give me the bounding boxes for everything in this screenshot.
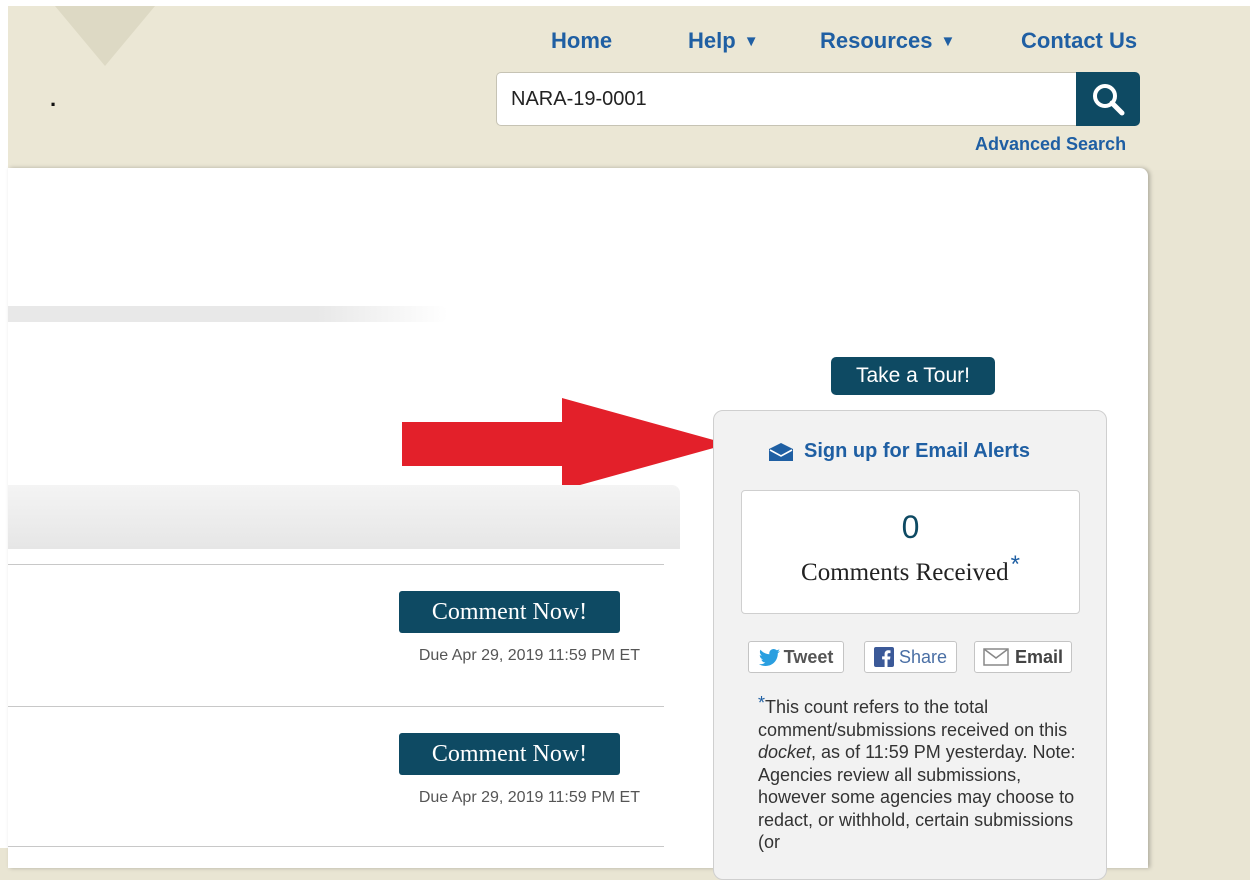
caret-down-icon: ▼	[940, 33, 956, 50]
nav-resources[interactable]: Resources ▼	[820, 28, 955, 54]
footnote-asterisk: *	[758, 693, 766, 713]
top-edge	[0, 0, 1250, 6]
search-button[interactable]	[1076, 72, 1140, 126]
section-header-bar	[8, 485, 680, 549]
footnote-asterisk: *	[1010, 551, 1020, 578]
red-arrow-annotation	[402, 398, 728, 490]
email-alerts-link[interactable]: Sign up for Email Alerts	[768, 440, 1030, 463]
left-edge	[0, 0, 8, 848]
advanced-search-link[interactable]: Advanced Search	[975, 134, 1126, 155]
search-icon	[1093, 84, 1125, 116]
caret-down-icon: ▼	[743, 33, 759, 50]
nav-help-label: Help	[688, 28, 736, 53]
envelope-icon	[769, 442, 793, 461]
logo-text: .	[50, 86, 57, 111]
email-label: Email	[1014, 646, 1064, 667]
nav-home[interactable]: Home	[551, 28, 612, 54]
nav-help[interactable]: Help ▼	[688, 28, 759, 54]
search-input[interactable]	[496, 72, 1076, 126]
twitter-bird-icon	[758, 649, 780, 666]
tweet-label: Tweet	[783, 646, 834, 667]
nav-home-label: Home	[551, 28, 613, 53]
due-date-text: Due Apr 29, 2019 11:59 PM ET	[418, 789, 640, 806]
comment-count-value: 0	[901, 509, 920, 545]
facebook-share-button[interactable]: Share	[864, 641, 957, 673]
comment-count-label-row: Comments Received*	[742, 551, 1079, 587]
take-a-tour-button[interactable]: Take a Tour!	[831, 357, 995, 395]
row-divider	[8, 846, 664, 847]
tweet-button[interactable]: Tweet	[748, 641, 844, 673]
title-underline-bar	[8, 306, 448, 322]
footnote-docket-word: docket	[758, 742, 812, 762]
due-date-text: Due Apr 29, 2019 11:59 PM ET	[418, 647, 640, 664]
nav-resources-label: Resources	[820, 28, 933, 53]
nav-contact-label: Contact Us	[1021, 28, 1138, 53]
comment-now-button[interactable]: Comment Now!	[399, 591, 620, 633]
comment-count-box: 0 Comments Received*	[741, 490, 1080, 614]
comment-count-footnote: *This count refers to the total comment/…	[758, 693, 1078, 854]
email-share-button[interactable]: Email	[974, 641, 1072, 673]
top-navigation: Home Help ▼ Resources ▼ Contact Us	[0, 28, 1250, 58]
footnote-text-part1: This count refers to the total comment/s…	[758, 697, 1068, 740]
row-divider	[8, 564, 664, 565]
comment-count-label: Comments Received	[801, 559, 1009, 586]
nav-contact-us[interactable]: Contact Us	[1021, 28, 1137, 54]
comment-now-button[interactable]: Comment Now!	[399, 733, 620, 775]
row-divider	[8, 706, 664, 707]
mail-icon	[983, 648, 1009, 666]
share-label: Share	[898, 646, 948, 667]
email-alerts-label: Sign up for Email Alerts	[804, 440, 1030, 462]
facebook-icon	[873, 647, 894, 667]
